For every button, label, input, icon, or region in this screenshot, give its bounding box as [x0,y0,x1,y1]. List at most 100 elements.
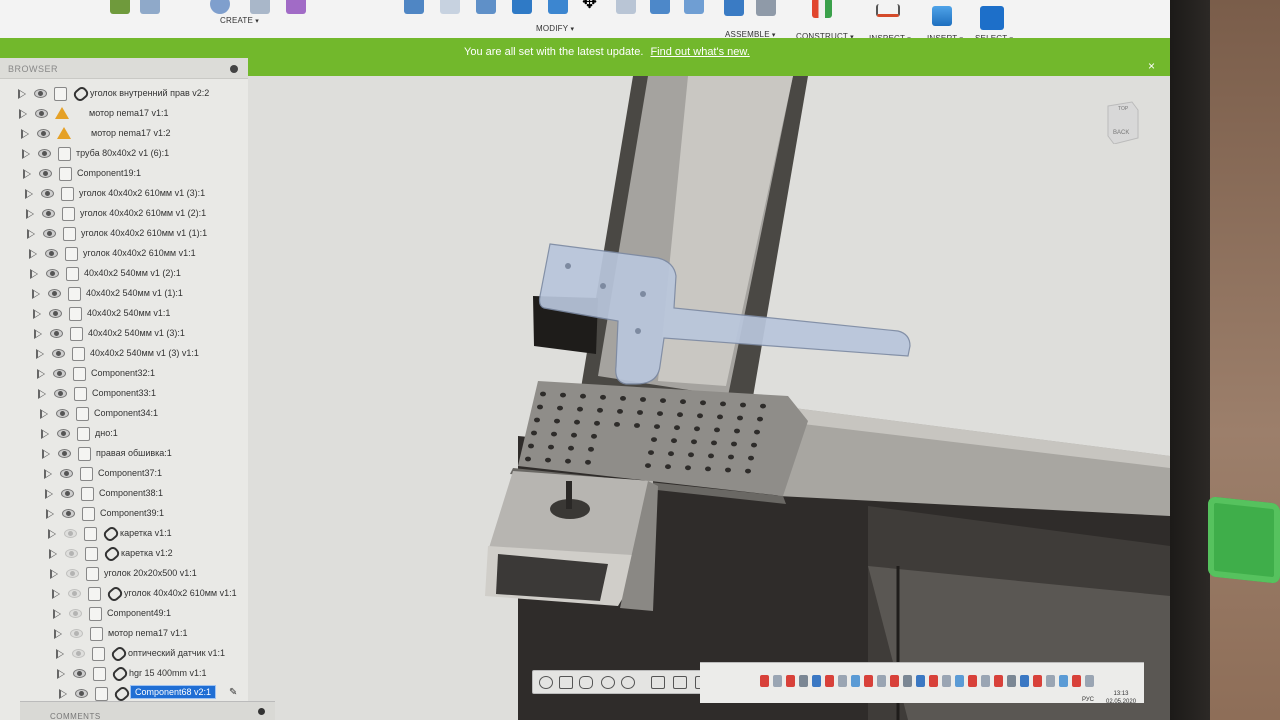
look-at-icon[interactable] [559,676,573,689]
timeline-feature-icon[interactable] [799,675,808,687]
expand-triangle-icon[interactable] [56,649,64,659]
extrude-icon[interactable] [140,0,160,14]
visibility-eye-icon[interactable] [57,429,70,438]
expand-triangle-icon[interactable] [41,429,49,439]
visibility-eye-icon[interactable] [75,689,88,698]
visibility-eye-icon[interactable] [70,629,83,638]
expand-triangle-icon[interactable] [48,529,56,539]
expand-triangle-icon[interactable] [36,349,44,359]
expand-triangle-icon[interactable] [44,469,52,479]
timeline-feature-icon[interactable] [903,675,912,687]
timeline-feature-icon[interactable] [1033,675,1042,687]
3d-viewport[interactable] [248,76,1170,720]
visibility-eye-icon[interactable] [50,329,63,338]
align-icon[interactable] [616,0,636,14]
timeline-feature-icon[interactable] [981,675,990,687]
browser-item[interactable]: уголок 40x40x2 610мм v1 (3):1 [25,186,240,204]
visibility-eye-icon[interactable] [64,529,77,538]
joint-icon[interactable] [756,0,776,16]
browser-item[interactable]: оптический датчик v1:1 [56,644,240,664]
visibility-eye-icon[interactable] [69,609,82,618]
browser-item[interactable]: уголок 40x40x2 610мм v1:1 [29,246,240,264]
expand-triangle-icon[interactable] [37,369,45,379]
fit-icon[interactable] [621,676,635,689]
expand-triangle-icon[interactable] [34,329,42,339]
timeline-feature-icon[interactable] [1007,675,1016,687]
expand-triangle-icon[interactable] [46,509,54,519]
collapse-icon[interactable] [230,65,238,73]
shell-icon[interactable] [512,0,532,14]
expand-triangle-icon[interactable] [57,669,65,679]
browser-item[interactable]: каретка v1:1 [48,524,240,544]
browser-item[interactable]: Component37:1 [44,466,240,484]
expand-triangle-icon[interactable] [33,309,41,319]
timeline-feature-icon[interactable] [916,675,925,687]
visibility-eye-icon[interactable] [46,269,59,278]
create-sketch-icon[interactable] [110,0,130,14]
expand-triangle-icon[interactable] [40,409,48,419]
browser-item[interactable]: мотор nema17 v1:1 [54,626,240,644]
split-icon[interactable] [684,0,704,14]
press-pull-icon[interactable] [404,0,424,14]
browser-item[interactable]: уголок 40x40x2 610мм v1:1 [52,584,240,604]
visibility-eye-icon[interactable] [34,89,47,98]
visibility-eye-icon[interactable] [65,549,78,558]
timeline-feature-icon[interactable] [825,675,834,687]
select-cursor-icon[interactable] [980,6,1004,30]
expand-triangle-icon[interactable] [54,629,62,639]
expand-triangle-icon[interactable] [25,189,33,199]
timeline-feature-icon[interactable] [994,675,1003,687]
expand-triangle-icon[interactable] [29,249,37,259]
expand-triangle-icon[interactable] [59,689,67,699]
comments-toggle-icon[interactable] [258,708,265,715]
browser-item[interactable]: Component19:1 [23,166,240,184]
visibility-eye-icon[interactable] [53,369,66,378]
visibility-eye-icon[interactable] [41,189,54,198]
timeline-feature-icon[interactable] [851,675,860,687]
visibility-eye-icon[interactable] [61,489,74,498]
visibility-eye-icon[interactable] [60,469,73,478]
revolve-icon[interactable] [210,0,230,14]
taskbar-clock[interactable]: 13:13 02.05.2020 [1106,690,1136,706]
visibility-eye-icon[interactable] [38,149,51,158]
visibility-eye-icon[interactable] [48,289,61,298]
timeline-feature-icon[interactable] [786,675,795,687]
browser-item[interactable]: Component33:1 [38,386,240,404]
view-cube-back-label[interactable]: BACK [1113,130,1129,136]
browser-item[interactable]: 40x40x2 540мм v1:1 [33,306,240,324]
visibility-eye-icon[interactable] [66,569,79,578]
combine-icon[interactable] [548,0,568,14]
timeline-feature-icon[interactable] [955,675,964,687]
visibility-eye-icon[interactable] [54,389,67,398]
move-icon[interactable]: ✥ [582,0,602,14]
chamfer-icon[interactable] [476,0,496,14]
timeline-feature-icon[interactable] [773,675,782,687]
browser-item[interactable]: уголок внутренний прав v2:2 [18,84,240,104]
timeline-feature-icon[interactable] [1059,675,1068,687]
expand-triangle-icon[interactable] [21,129,29,139]
whats-new-link[interactable]: Find out what's new. [650,46,749,58]
expand-triangle-icon[interactable] [52,589,60,599]
visibility-eye-icon[interactable] [72,649,85,658]
visibility-eye-icon[interactable] [73,669,86,678]
expand-triangle-icon[interactable] [27,229,35,239]
visibility-eye-icon[interactable] [56,409,69,418]
browser-item[interactable]: hgr 15 400mm v1:1 [57,664,240,684]
form-icon[interactable] [286,0,306,14]
close-icon[interactable]: × [1148,59,1155,73]
timeline-feature-icon[interactable] [890,675,899,687]
timeline-feature-icon[interactable] [929,675,938,687]
timeline-feature-icon[interactable] [1085,675,1094,687]
expand-triangle-icon[interactable] [30,269,38,279]
expand-triangle-icon[interactable] [18,89,26,99]
browser-item[interactable]: уголок 40x40x2 610мм v1 (2):1 [26,206,240,224]
visibility-eye-icon[interactable] [37,129,50,138]
browser-item[interactable]: уголок 20x20x500 v1:1 [50,566,240,584]
timeline-feature-icon[interactable] [1072,675,1081,687]
grid-settings-icon[interactable] [673,676,687,689]
timeline-feature-icon[interactable] [968,675,977,687]
browser-item[interactable]: дно:1 [41,426,240,444]
visibility-eye-icon[interactable] [52,349,65,358]
browser-item[interactable]: Component39:1 [46,506,240,524]
visibility-eye-icon[interactable] [62,509,75,518]
